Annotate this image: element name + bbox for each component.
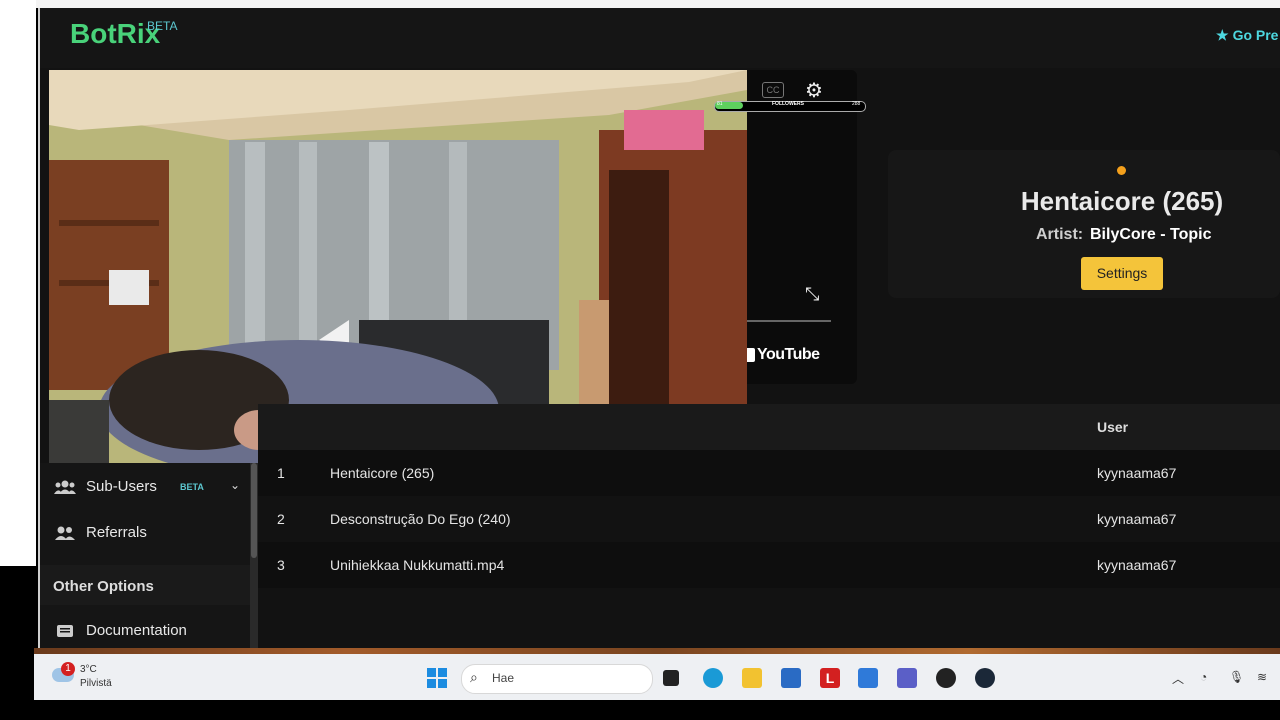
youtube-logo: YouTube <box>745 346 820 364</box>
app-l-icon[interactable]: L <box>820 668 840 688</box>
search-placeholder: Hae <box>492 671 515 685</box>
steam-icon[interactable] <box>975 668 995 688</box>
edge-browser-icon[interactable] <box>703 668 723 688</box>
now-playing-title: Hentaicore (265) <box>1020 186 1224 216</box>
microphone-icon[interactable]: 🎙 <box>1229 670 1244 684</box>
browser-left-edge <box>0 0 36 566</box>
youtube-logo-text: YouTube <box>757 346 820 363</box>
weather-condition[interactable]: Pilvistä <box>80 678 112 689</box>
artist-name: BilyCore - Topic <box>1090 226 1212 243</box>
row-number: 2 <box>277 511 285 527</box>
star-icon: ★ <box>1216 27 1229 43</box>
referrals-icon <box>54 525 76 541</box>
taskbar-search-input[interactable] <box>461 664 653 694</box>
chevron-up-icon[interactable]: ︿ <box>1172 670 1184 687</box>
row-song: Unihiekkaa Nukkumatti.mp4 <box>330 557 505 573</box>
beta-badge: BETA <box>180 482 204 492</box>
row-user: kyynaama67 <box>1097 511 1177 527</box>
wifi-icon[interactable]: ≋ <box>1257 670 1267 684</box>
sidebar-item-label: Referrals <box>86 524 147 541</box>
network-status-icon[interactable]: ◔ <box>1200 670 1207 684</box>
sidebar-item-label: Documentation <box>86 622 187 639</box>
row-user: kyynaama67 <box>1097 465 1177 481</box>
store-icon[interactable] <box>781 668 801 688</box>
table-row[interactable]: 1 Hentaicore (265) kyynaama67 <box>258 450 1280 496</box>
obs-icon[interactable] <box>936 668 956 688</box>
mail-icon[interactable] <box>858 668 878 688</box>
table-row[interactable]: 3 Unihiekkaa Nukkumatti.mp4 kyynaama67 <box>258 542 1280 588</box>
settings-button[interactable]: Settings <box>1081 257 1163 290</box>
followers-goal: 288 <box>852 101 861 107</box>
search-icon: ⌕ <box>470 669 478 685</box>
table-row[interactable]: 2 Desconstrução Do Ego (240) kyynaama67 <box>258 496 1280 542</box>
captions-icon[interactable]: CC <box>762 82 784 98</box>
logo-beta-badge: BETA <box>147 19 178 33</box>
playing-indicator-dot <box>1117 166 1126 175</box>
notification-badge: 1 <box>61 662 75 676</box>
row-song: Hentaicore (265) <box>330 465 435 481</box>
weather-temperature[interactable]: 3°C <box>80 664 97 675</box>
chevron-down-icon[interactable]: ⌄ <box>230 478 240 492</box>
row-song: Desconstrução Do Ego (240) <box>330 511 511 527</box>
windows-start-icon[interactable] <box>427 668 447 688</box>
fullscreen-icon[interactable]: ⤡ <box>805 284 819 305</box>
teams-icon[interactable] <box>897 668 917 688</box>
sidebar-scrollbar-thumb[interactable] <box>251 463 257 558</box>
screen-bottom-edge <box>0 700 1280 720</box>
followers-label: FOLLOWERS <box>772 101 804 107</box>
sidebar-item-referrals[interactable]: Referrals <box>54 524 147 541</box>
browser-top-strip <box>36 0 1280 8</box>
go-premium-label: Go Pre <box>1232 27 1279 43</box>
row-number: 3 <box>277 557 285 573</box>
file-explorer-icon[interactable] <box>742 668 762 688</box>
player-progress-bar[interactable] <box>747 320 831 322</box>
sidebar-item-sub-users[interactable]: Sub-Users <box>54 478 157 495</box>
users-icon <box>54 479 76 495</box>
row-user: kyynaama67 <box>1097 557 1177 573</box>
column-header-user: User <box>1097 419 1129 435</box>
row-number: 1 <box>277 465 285 481</box>
go-premium-link[interactable]: ★ Go Pre <box>1216 27 1278 44</box>
gear-icon[interactable]: ⚙ <box>805 78 823 103</box>
followers-current: 81 <box>717 101 723 107</box>
task-view-icon[interactable] <box>663 670 679 686</box>
sidebar-item-label: Sub-Users <box>86 478 157 495</box>
scroll-icon <box>54 623 76 639</box>
app-header <box>40 8 1280 68</box>
sidebar-item-documentation[interactable]: Documentation <box>54 622 187 639</box>
artist-label: Artist: <box>1036 226 1084 243</box>
sidebar-section-heading: Other Options <box>53 578 154 595</box>
windows-taskbar <box>34 654 1280 700</box>
